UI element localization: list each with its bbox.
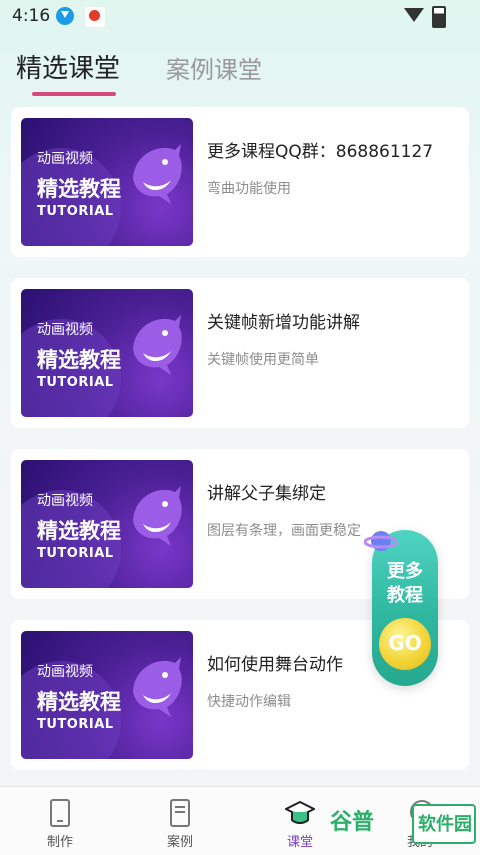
- status-time: 4:16: [12, 6, 51, 26]
- phone-icon: [50, 799, 70, 827]
- battery-icon: [432, 6, 446, 28]
- course-thumbnail: 动画视频 精选教程 TUTORIAL: [21, 289, 193, 417]
- download-notification-icon: [56, 7, 74, 25]
- thumbnail-line3: TUTORIAL: [37, 375, 114, 390]
- nav-label-create: 制作: [46, 835, 73, 850]
- course-subtitle: 快捷动作编辑: [207, 694, 291, 710]
- course-thumbnail: 动画视频 精选教程 TUTORIAL: [21, 460, 193, 588]
- nav-item-create[interactable]: 制作: [20, 787, 100, 855]
- course-subtitle: 弯曲功能使用: [207, 181, 291, 197]
- thumbnail-line3: TUTORIAL: [37, 717, 114, 732]
- thumbnail-line2: 精选教程: [37, 690, 121, 714]
- dolphin-icon: [133, 144, 182, 204]
- course-card[interactable]: 动画视频 精选教程 TUTORIAL 更多课程QQ群：868861127 弯曲功…: [11, 107, 469, 257]
- thumbnail-line1: 动画视频: [37, 493, 93, 509]
- thumbnail-line1: 动画视频: [37, 151, 93, 167]
- course-thumbnail: 动画视频 精选教程 TUTORIAL: [21, 631, 193, 759]
- go-label: GO: [388, 631, 422, 655]
- nav-label-classroom: 课堂: [286, 835, 313, 850]
- more-tutorials-label: 更多 教程: [387, 561, 423, 606]
- active-tab-indicator: [32, 92, 116, 96]
- thumbnail-line3: TUTORIAL: [37, 204, 114, 219]
- dolphin-icon: [133, 315, 182, 375]
- course-subtitle: 关键帧使用更简单: [207, 352, 319, 368]
- thumbnail-line2: 精选教程: [37, 348, 121, 372]
- wifi-icon: [404, 8, 424, 22]
- planet-icon: [364, 531, 398, 551]
- tab-featured-class[interactable]: 精选课堂: [16, 48, 120, 85]
- dolphin-icon: [133, 486, 182, 546]
- course-title: 讲解父子集绑定: [207, 484, 326, 504]
- course-title: 关键帧新增功能讲解: [207, 313, 360, 333]
- course-thumbnail: 动画视频 精选教程 TUTORIAL: [21, 118, 193, 246]
- bottom-navigation: 制作 案例 课堂 我的: [0, 786, 480, 855]
- document-icon: [170, 799, 190, 827]
- watermark-logo: 谷普: [330, 810, 375, 835]
- tab-bar: 精选课堂 案例课堂: [0, 40, 480, 100]
- nav-item-cases[interactable]: 案例: [140, 787, 220, 855]
- watermark-box: 软件园: [412, 804, 476, 844]
- app-notification-icon: [84, 6, 106, 28]
- tab-case-class[interactable]: 案例课堂: [166, 50, 262, 85]
- thumbnail-line2: 精选教程: [37, 177, 121, 201]
- status-bar: 4:16: [0, 0, 480, 32]
- thumbnail-line3: TUTORIAL: [37, 546, 114, 561]
- thumbnail-line1: 动画视频: [37, 664, 93, 680]
- nav-item-classroom[interactable]: 课堂: [260, 787, 340, 855]
- course-subtitle: 图层有条理，画面更稳定: [207, 523, 361, 539]
- dolphin-icon: [133, 657, 182, 717]
- thumbnail-line2: 精选教程: [37, 519, 121, 543]
- course-card[interactable]: 动画视频 精选教程 TUTORIAL 关键帧新增功能讲解 关键帧使用更简单: [11, 278, 469, 428]
- nav-label-cases: 案例: [166, 835, 193, 850]
- thumbnail-line1: 动画视频: [37, 322, 93, 338]
- course-title: 更多课程QQ群：868861127: [207, 142, 434, 162]
- graduation-cap-icon: [285, 800, 315, 824]
- go-button[interactable]: GO: [379, 618, 431, 670]
- more-tutorials-button[interactable]: 更多 教程 GO: [364, 530, 438, 686]
- course-title: 如何使用舞台动作: [207, 655, 343, 675]
